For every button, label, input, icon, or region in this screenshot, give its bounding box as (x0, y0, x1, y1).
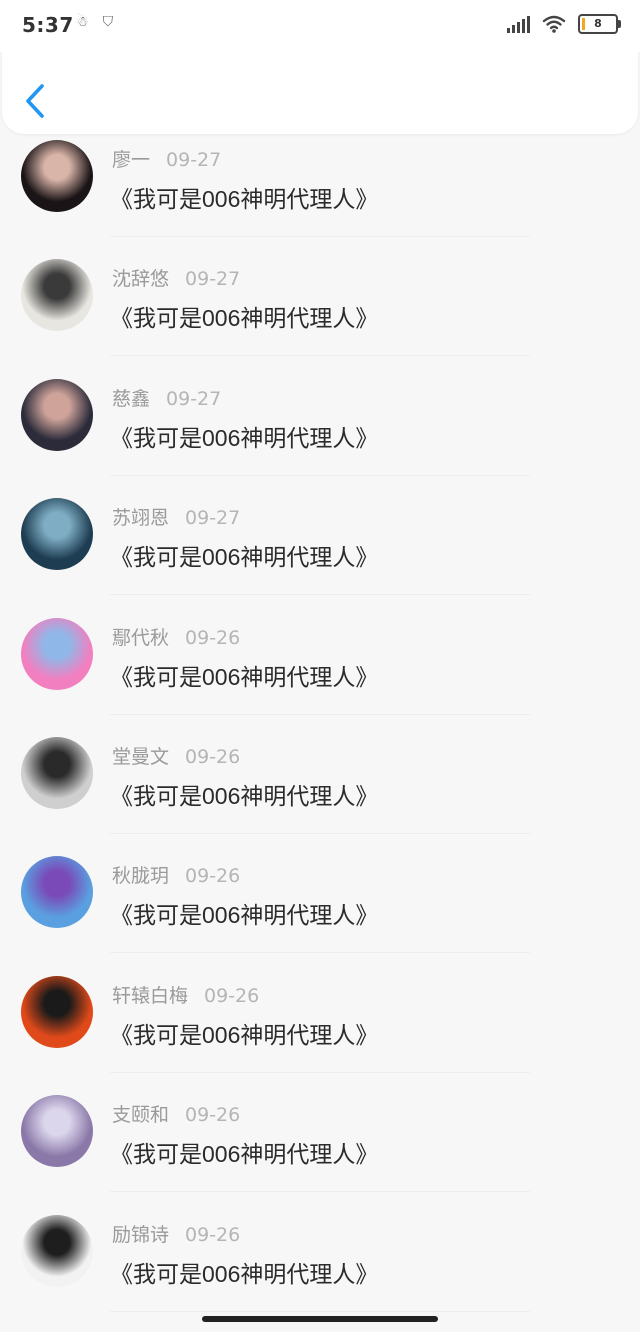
commenter-name: 慈鑫 09-27 (112, 384, 221, 411)
comment-item[interactable]: 秋胧玥 09-26 《我可是006神明代理人》 (0, 842, 640, 961)
commenter-name-text: 堂曼文 (112, 745, 170, 768)
comment-item[interactable]: 鄢代秋 09-26 《我可是006神明代理人》 (0, 604, 640, 723)
battery-level: 8 (594, 17, 602, 30)
commenter-name-text: 秋胧玥 (112, 865, 170, 888)
comment-date: 09-26 (204, 984, 260, 1007)
avatar[interactable] (21, 736, 93, 809)
comment-date: 09-26 (185, 1223, 241, 1246)
comment-date: 09-26 (185, 1104, 241, 1127)
comment-text: 《我可是006神明代理人》 (110, 305, 379, 332)
avatar[interactable] (21, 259, 93, 332)
comment-item[interactable]: 堂曼文 09-26 《我可是006神明代理人》 (0, 723, 640, 842)
back-button[interactable] (18, 80, 54, 122)
status-indicators: 8 (507, 14, 621, 34)
home-indicator[interactable] (202, 1316, 438, 1322)
comment-item[interactable]: 轩辕白梅 09-26 《我可是006神明代理人》 (0, 962, 640, 1081)
comment-text: 《我可是006神明代理人》 (110, 544, 379, 571)
battery-icon: 8 (578, 14, 621, 34)
divider (110, 952, 530, 954)
commenter-name: 鄢代秋 09-26 (112, 623, 240, 650)
comment-text: 《我可是006神明代理人》 (110, 663, 379, 690)
comment-date: 09-27 (166, 387, 222, 410)
commenter-name-text: 沈辞悠 (112, 268, 170, 291)
commenter-name-text: 鄢代秋 (112, 626, 170, 649)
commenter-name: 支颐和 09-26 (112, 1100, 240, 1127)
comment-text: 《我可是006神明代理人》 (110, 424, 379, 451)
commenter-name-text: 苏翊恩 (112, 507, 170, 530)
commenter-name-text: 慈鑫 (112, 387, 151, 410)
commenter-name-text: 廖一 (112, 149, 151, 171)
comment-list: 廖一 09-27 《我可是006神明代理人》 沈辞悠 09-27 《我可是006神明代理人… (0, 126, 640, 1320)
comment-item[interactable]: 支颐和 09-26 《我可是006神明代理人》 (0, 1081, 640, 1200)
wifi-icon (542, 15, 566, 33)
comment-item[interactable]: 励锦诗 09-26 《我可是006神明代理人》 (0, 1201, 640, 1320)
divider (110, 1191, 530, 1193)
commenter-name-text: 励锦诗 (112, 1223, 170, 1246)
comment-date: 09-27 (185, 268, 241, 291)
commenter-name: 廖一 09-27 (112, 145, 221, 172)
comment-text: 《我可是006神明代理人》 (110, 1141, 379, 1168)
commenter-name: 轩辕白梅 09-26 (112, 981, 259, 1008)
comment-date: 09-26 (185, 865, 241, 888)
avatar[interactable] (21, 617, 93, 690)
divider (110, 594, 530, 596)
comment-text: 《我可是006神明代理人》 (110, 1021, 379, 1048)
commenter-name-text: 支颐和 (112, 1104, 170, 1127)
comment-text: 《我可是006神明代理人》 (110, 1260, 379, 1287)
commenter-name: 励锦诗 09-26 (112, 1220, 240, 1247)
divider (110, 832, 530, 834)
status-bar: 5:37 ☃ ⛉ 8 (0, 0, 640, 52)
status-time: 5:37 (22, 13, 74, 37)
avatar[interactable] (21, 856, 93, 929)
commenter-name: 堂曼文 09-26 (112, 742, 240, 769)
comment-item[interactable]: 慈鑫 09-27 《我可是006神明代理人》 (0, 365, 640, 484)
avatar[interactable] (21, 1214, 93, 1287)
commenter-name-text: 轩辕白梅 (112, 984, 189, 1007)
signal-icon (507, 15, 530, 33)
divider (110, 355, 530, 357)
comment-text: 《我可是006神明代理人》 (110, 782, 379, 809)
commenter-name: 沈辞悠 09-27 (112, 264, 240, 291)
notification-shield-icon: ⛉ (102, 14, 114, 30)
notification-app-icon: ☃ (76, 14, 89, 30)
avatar[interactable] (21, 1095, 93, 1168)
comment-item[interactable]: 廖一 09-27 《我可是006神明代理人》 (0, 126, 640, 245)
avatar[interactable] (21, 378, 93, 451)
avatar[interactable] (21, 140, 93, 212)
divider (110, 1310, 530, 1312)
divider (110, 236, 530, 237)
commenter-name: 苏翊恩 09-27 (112, 503, 240, 530)
comment-text: 《我可是006神明代理人》 (110, 186, 379, 212)
avatar[interactable] (21, 975, 93, 1048)
comment-item[interactable]: 沈辞悠 09-27 《我可是006神明代理人》 (0, 245, 640, 364)
comment-text: 《我可是006神明代理人》 (110, 902, 379, 929)
comment-item[interactable]: 苏翊恩 09-27 《我可是006神明代理人》 (0, 484, 640, 603)
commenter-name: 秋胧玥 09-26 (112, 861, 240, 888)
comment-date: 09-27 (185, 507, 241, 530)
notification-icons: ☃ ⛉ (76, 14, 113, 30)
comment-date: 09-26 (185, 626, 241, 649)
divider (110, 1071, 530, 1073)
comment-date: 09-26 (185, 745, 241, 768)
avatar[interactable] (21, 498, 93, 571)
divider (110, 474, 530, 476)
chevron-left-icon (26, 84, 44, 118)
comment-date: 09-27 (166, 149, 222, 171)
divider (110, 713, 530, 715)
